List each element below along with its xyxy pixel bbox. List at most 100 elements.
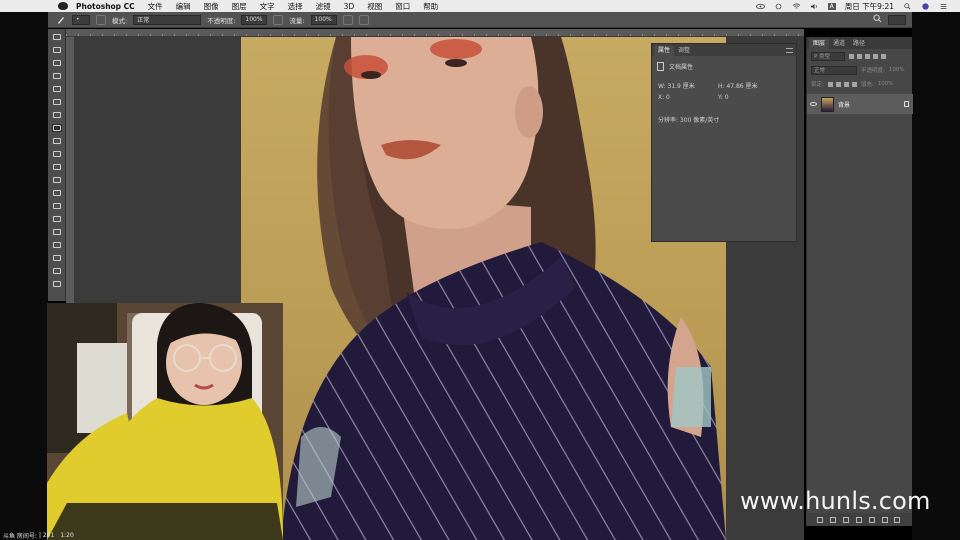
- menu-3d[interactable]: 3D: [344, 2, 355, 11]
- panel-menu-icon[interactable]: [786, 47, 793, 53]
- blur-tool-icon[interactable]: [52, 189, 62, 197]
- tools-panel: [48, 29, 66, 301]
- mode-label: 模式:: [112, 16, 128, 25]
- y-value[interactable]: Y: 0: [718, 94, 778, 101]
- layer-kind-filter[interactable]: P 类型: [811, 51, 845, 61]
- path-select-tool-icon[interactable]: [52, 241, 62, 249]
- workspace-switcher[interactable]: [888, 14, 906, 25]
- right-letterbox: [912, 12, 960, 540]
- clock[interactable]: 周日 下午9:21: [845, 1, 894, 12]
- tab-layers[interactable]: 图层: [809, 39, 830, 49]
- zoom-tool-icon[interactable]: [52, 280, 62, 288]
- pressure-size-icon[interactable]: [358, 14, 369, 25]
- mac-menu-bar: Photoshop CC 文件 编辑 图像 图层 文字 选择 滤镜 3D 视图 …: [0, 0, 960, 12]
- type-tool-icon[interactable]: [52, 228, 62, 236]
- opacity-input[interactable]: 100%: [241, 14, 268, 25]
- eraser-tool-icon[interactable]: [52, 163, 62, 171]
- menu-filter[interactable]: 滤镜: [316, 1, 331, 12]
- menu-window[interactable]: 窗口: [395, 1, 410, 12]
- filter-icons[interactable]: [849, 53, 886, 59]
- layers-panel: 图层 通道 路径 P 类型 正常 不透明度: 100% 锁定: 填充: 100%…: [806, 37, 913, 526]
- tab-adjustments[interactable]: 调整: [674, 46, 694, 56]
- fill-value[interactable]: 100%: [878, 81, 894, 87]
- new-layer-icon[interactable]: [881, 516, 888, 523]
- mask-icon[interactable]: [843, 516, 850, 523]
- fx-icon[interactable]: [830, 516, 837, 523]
- list-icon[interactable]: [939, 3, 948, 10]
- room-label: 斗鱼 房间号:: [3, 532, 37, 540]
- layers-tabs: 图层 通道 路径: [807, 37, 912, 49]
- layer-thumbnail[interactable]: [821, 96, 834, 112]
- menu-image[interactable]: 图像: [204, 1, 219, 12]
- eye-icon[interactable]: [755, 3, 765, 10]
- clone-stamp-tool-icon[interactable]: [52, 137, 62, 145]
- apple-menu-icon[interactable]: [58, 2, 68, 10]
- blend-mode-select[interactable]: 正常: [811, 65, 857, 75]
- move-tool-icon[interactable]: [52, 33, 62, 41]
- stream-time: 1:20: [60, 531, 74, 539]
- document-dimensions: W: 31.9 厘米 H: 47.86 厘米 X: 0 Y: 0: [652, 75, 796, 101]
- group-folder-icon[interactable]: [868, 516, 875, 523]
- height-value[interactable]: H: 47.86 厘米: [718, 81, 778, 90]
- wifi-icon[interactable]: [792, 3, 801, 10]
- stream-date: | 201: [38, 531, 55, 539]
- search-icon[interactable]: [903, 2, 912, 10]
- lasso-tool-icon[interactable]: [52, 59, 62, 67]
- menu-type[interactable]: 文字: [260, 1, 275, 12]
- airbrush-icon[interactable]: [342, 14, 353, 25]
- flow-input[interactable]: 100%: [310, 14, 337, 25]
- hand-tool-icon[interactable]: [52, 267, 62, 275]
- layer-name[interactable]: 背景: [838, 100, 850, 109]
- options-bar: • 模式: 正常 不透明度: 100% 流量: 100%: [48, 12, 912, 28]
- menu-view[interactable]: 视图: [367, 1, 382, 12]
- marquee-tool-icon[interactable]: [52, 46, 62, 54]
- x-value[interactable]: X: 0: [658, 94, 718, 101]
- layer-row-background[interactable]: 背景: [807, 94, 913, 114]
- tab-channels[interactable]: 通道: [829, 39, 849, 49]
- layer-opacity-value[interactable]: 100%: [889, 67, 905, 73]
- ring-icon[interactable]: [774, 3, 783, 10]
- search-icon[interactable]: [873, 14, 882, 25]
- menu-file[interactable]: 文件: [148, 1, 163, 12]
- eyedropper-tool-icon[interactable]: [52, 98, 62, 106]
- healing-tool-icon[interactable]: [52, 111, 62, 119]
- streamer-video: [47, 303, 283, 540]
- menu-help[interactable]: 帮助: [423, 1, 438, 12]
- crop-tool-icon[interactable]: [52, 85, 62, 93]
- menu-edit[interactable]: 编辑: [176, 1, 191, 12]
- brush-preset-icon[interactable]: [56, 15, 66, 25]
- document-properties-header: 文档属性: [652, 56, 796, 75]
- adjustment-layer-icon[interactable]: [855, 516, 862, 523]
- visibility-eye-icon[interactable]: [810, 102, 817, 106]
- fill-label: 填充:: [860, 82, 874, 88]
- history-brush-tool-icon[interactable]: [52, 150, 62, 158]
- horizontal-ruler[interactable]: [66, 29, 804, 37]
- volume-icon[interactable]: [810, 3, 819, 10]
- pen-tool-icon[interactable]: [52, 215, 62, 223]
- lock-icons[interactable]: [827, 81, 857, 87]
- document-properties-title: 文档属性: [669, 64, 694, 71]
- width-value[interactable]: W: 31.9 厘米: [658, 81, 718, 90]
- properties-panel: 属性 调整 文档属性 W: 31.9 厘米 H: 47.86 厘米 X: 0 Y…: [651, 43, 797, 242]
- document-icon: [657, 62, 664, 71]
- properties-tabs: 属性 调整: [652, 44, 796, 56]
- brush-tool-icon[interactable]: [51, 124, 62, 132]
- brush-panel-toggle-icon[interactable]: [96, 14, 106, 25]
- gradient-tool-icon[interactable]: [52, 176, 62, 184]
- trash-icon[interactable]: [894, 516, 901, 523]
- tab-properties[interactable]: 属性: [654, 46, 675, 56]
- quick-select-tool-icon[interactable]: [52, 72, 62, 80]
- siri-icon[interactable]: [921, 2, 930, 10]
- layer-lock-icon: [904, 101, 909, 107]
- tab-paths[interactable]: 路径: [849, 39, 869, 49]
- menu-layer[interactable]: 图层: [232, 1, 247, 12]
- brush-size-picker[interactable]: •: [72, 14, 90, 25]
- app-menu[interactable]: Photoshop CC: [76, 2, 135, 11]
- dodge-tool-icon[interactable]: [52, 202, 62, 210]
- link-layers-icon[interactable]: [817, 516, 824, 523]
- mode-select[interactable]: 正常: [133, 14, 202, 25]
- pressure-opacity-icon[interactable]: [273, 14, 284, 25]
- shape-tool-icon[interactable]: [52, 254, 62, 262]
- menu-select[interactable]: 选择: [288, 1, 303, 12]
- input-source[interactable]: A: [827, 2, 836, 10]
